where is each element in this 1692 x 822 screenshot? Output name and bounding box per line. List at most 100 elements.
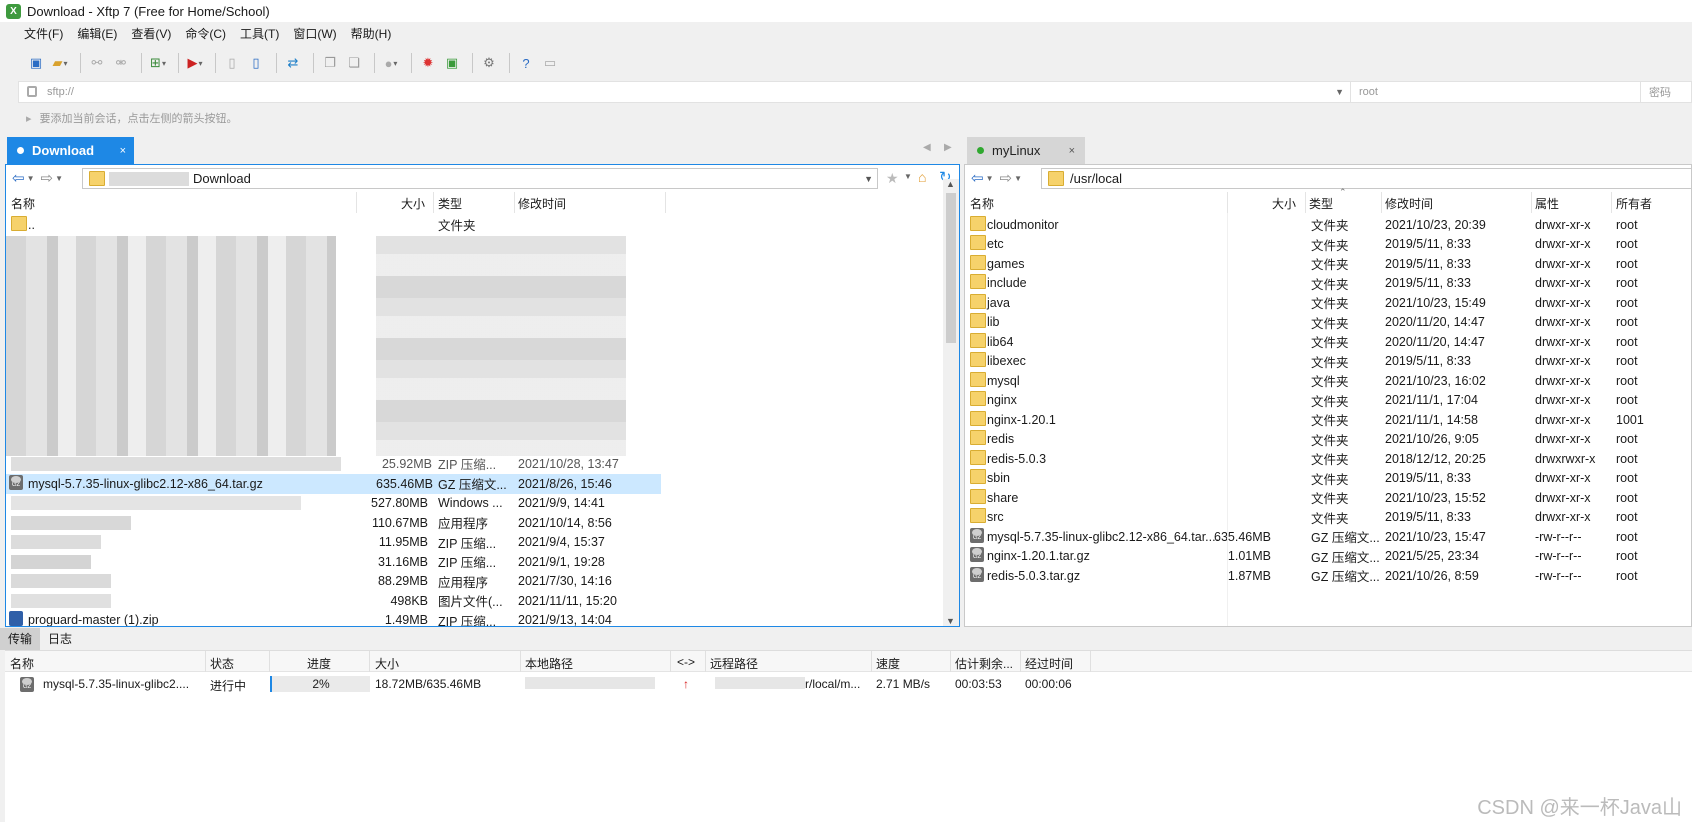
- file-open-icon[interactable]: ▯: [246, 53, 266, 73]
- column-divider[interactable]: [1090, 651, 1091, 672]
- table-row[interactable]: GZ mysql-5.7.35-linux-glibc2.12-x86_64.ta…: [965, 527, 1691, 547]
- table-row[interactable]: 11.95MB ZIP 压缩... 2021/9/4, 15:37: [6, 533, 959, 553]
- col-t-elapsed[interactable]: 经过时间: [1025, 655, 1073, 672]
- back-dropdown-icon[interactable]: ▼: [27, 174, 35, 183]
- column-divider[interactable]: [871, 651, 872, 672]
- column-divider[interactable]: [705, 651, 706, 672]
- table-row[interactable]: mysql 文件夹 2021/10/23, 16:02 drwxr-xr-x root: [965, 371, 1691, 391]
- forward-icon[interactable]: ⇨: [1000, 169, 1013, 187]
- disconnect-icon[interactable]: ⚮: [111, 53, 131, 73]
- table-row[interactable]: games 文件夹 2019/5/11, 8:33 drwxr-xr-x root: [965, 254, 1691, 274]
- table-row[interactable]: 110.67MB 应用程序 2021/10/14, 8:56: [6, 513, 959, 533]
- scroll-thumb[interactable]: [946, 193, 956, 343]
- back-icon[interactable]: ⇦: [12, 169, 25, 187]
- tab-log[interactable]: 日志: [40, 628, 80, 650]
- forward-icon[interactable]: ⇨: [41, 169, 54, 187]
- col-t-status[interactable]: 状态: [210, 655, 234, 672]
- forward-dropdown-icon[interactable]: ▼: [1014, 174, 1022, 183]
- table-row[interactable]: GZ nginx-1.20.1.tar.gz 1.01MB GZ 压缩文... 2021…: [965, 547, 1691, 567]
- back-icon[interactable]: ⇦: [971, 169, 984, 187]
- column-divider[interactable]: [1227, 192, 1228, 213]
- scroll-down-icon[interactable]: ▼: [946, 616, 955, 626]
- table-row[interactable]: nginx-1.20.1 文件夹 2021/11/1, 14:58 drwxr-xr-…: [965, 410, 1691, 430]
- home-folder-icon[interactable]: ⌂: [918, 169, 926, 185]
- list-item-parent[interactable]: .. 文件夹: [6, 215, 959, 235]
- connect-icon[interactable]: ⚯: [87, 53, 107, 73]
- menu-tools[interactable]: 工具(T): [240, 25, 279, 42]
- table-row[interactable]: 498KB 图片文件(... 2021/11/11, 15:20: [6, 591, 959, 611]
- local-path-input[interactable]: Download ▼: [82, 168, 878, 189]
- table-row[interactable]: java 文件夹 2021/10/23, 15:49 drwxr-xr-x root: [965, 293, 1691, 313]
- local-scrollbar[interactable]: ▲ ▼: [943, 179, 959, 626]
- column-divider[interactable]: [670, 651, 671, 672]
- copy-icon[interactable]: ❐: [320, 53, 340, 73]
- table-row[interactable]: share 文件夹 2021/10/23, 15:52 drwxr-xr-x root: [965, 488, 1691, 508]
- xftp-icon[interactable]: ▣: [442, 53, 462, 73]
- col-type[interactable]: 类型: [1309, 195, 1333, 212]
- table-row[interactable]: 31.16MB ZIP 压缩... 2021/9/1, 19:28: [6, 552, 959, 572]
- help-icon[interactable]: ?: [516, 53, 536, 73]
- table-row-selected[interactable]: GZ mysql-5.7.35-linux-glibc2.12-x86_64.t…: [6, 474, 661, 494]
- menu-command[interactable]: 命令(C): [185, 25, 226, 42]
- column-divider[interactable]: [205, 651, 206, 672]
- table-row[interactable]: cloudmonitor 文件夹 2021/10/23, 20:39 drwxr-xr…: [965, 215, 1691, 235]
- paste-icon[interactable]: ❏: [344, 53, 364, 73]
- table-row[interactable]: 527.80MB Windows ... 2021/9/9, 14:41: [6, 494, 959, 514]
- open-icon[interactable]: ▰: [50, 53, 70, 73]
- table-row[interactable]: GZ redis-5.0.3.tar.gz 1.87MB GZ 压缩文... 2021/…: [965, 566, 1691, 586]
- bookmark-star-icon[interactable]: ★: [886, 170, 899, 187]
- col-size[interactable]: 大小: [401, 195, 425, 212]
- column-divider[interactable]: [514, 192, 515, 213]
- tab-prev-icon[interactable]: ◀: [923, 142, 931, 153]
- column-divider[interactable]: [1531, 192, 1532, 213]
- table-row[interactable]: sbin 文件夹 2019/5/11, 8:33 drwxr-xr-x root: [965, 469, 1691, 489]
- tab-close-icon[interactable]: ×: [1069, 145, 1075, 157]
- col-size[interactable]: 大小: [1272, 195, 1296, 212]
- forward-dropdown-icon[interactable]: ▼: [55, 174, 63, 183]
- chevron-down-icon[interactable]: ▼: [1335, 82, 1344, 102]
- col-name[interactable]: 名称: [970, 195, 994, 212]
- transfer-icon[interactable]: ⇄: [283, 53, 303, 73]
- column-divider[interactable]: [1611, 192, 1612, 213]
- column-divider[interactable]: [1381, 192, 1382, 213]
- bookmark-dropdown-icon[interactable]: ▼: [904, 172, 912, 181]
- back-dropdown-icon[interactable]: ▼: [986, 174, 994, 183]
- table-row[interactable]: etc 文件夹 2019/5/11, 8:33 drwxr-xr-x root: [965, 235, 1691, 255]
- menu-view[interactable]: 查看(V): [131, 25, 171, 42]
- host-input[interactable]: sftp:// ▼: [19, 82, 1351, 102]
- status-icon[interactable]: ●: [381, 53, 401, 73]
- remote-path-input[interactable]: /usr/local: [1041, 168, 1691, 189]
- col-name[interactable]: 名称: [11, 195, 35, 212]
- table-row[interactable]: redis-5.0.3 文件夹 2018/12/12, 20:25 drwxrwxr-…: [965, 449, 1691, 469]
- xshell-icon[interactable]: ▶: [185, 53, 205, 73]
- column-divider[interactable]: [1020, 651, 1021, 672]
- settings-icon[interactable]: ⚙: [479, 53, 499, 73]
- file-icon[interactable]: ▯: [222, 53, 242, 73]
- col-t-remote[interactable]: 远程路径: [710, 655, 758, 672]
- column-divider[interactable]: [1305, 192, 1306, 213]
- col-t-direction[interactable]: <->: [677, 655, 695, 669]
- password-input[interactable]: 密码: [1641, 84, 1691, 100]
- table-row[interactable]: nginx 文件夹 2021/11/1, 17:04 drwxr-xr-x root: [965, 391, 1691, 411]
- column-divider[interactable]: [665, 192, 666, 213]
- table-row[interactable]: libexec 文件夹 2019/5/11, 8:33 drwxr-xr-x root: [965, 352, 1691, 372]
- transfer-row[interactable]: GZ mysql-5.7.35-linux-glibc2.... 进行中 2% …: [5, 674, 1692, 694]
- col-modified[interactable]: 修改时间: [1385, 195, 1433, 212]
- col-t-remaining[interactable]: 估计剩余...: [955, 655, 1013, 672]
- col-owner[interactable]: 所有者: [1616, 195, 1652, 212]
- column-divider[interactable]: [433, 192, 434, 213]
- col-t-speed[interactable]: 速度: [876, 655, 900, 672]
- column-divider[interactable]: [269, 651, 270, 672]
- chevron-down-icon[interactable]: ▼: [864, 174, 873, 184]
- menu-window[interactable]: 窗口(W): [293, 25, 336, 42]
- add-session-arrow-icon[interactable]: ▸: [26, 112, 32, 125]
- table-row[interactable]: 25.92MB ZIP 压缩... 2021/10/28, 13:47: [6, 454, 959, 474]
- menu-file[interactable]: 文件(F): [24, 25, 63, 42]
- col-modified[interactable]: 修改时间: [518, 195, 566, 212]
- tab-close-icon[interactable]: ×: [120, 145, 126, 157]
- new-local-icon[interactable]: ⊞: [148, 53, 168, 73]
- table-row[interactable]: proguard-master (1).zip 1.49MB ZIP 压缩...…: [6, 611, 959, 626]
- column-divider[interactable]: [369, 651, 370, 672]
- new-session-icon[interactable]: ▣: [26, 53, 46, 73]
- message-icon[interactable]: ▭: [540, 53, 560, 73]
